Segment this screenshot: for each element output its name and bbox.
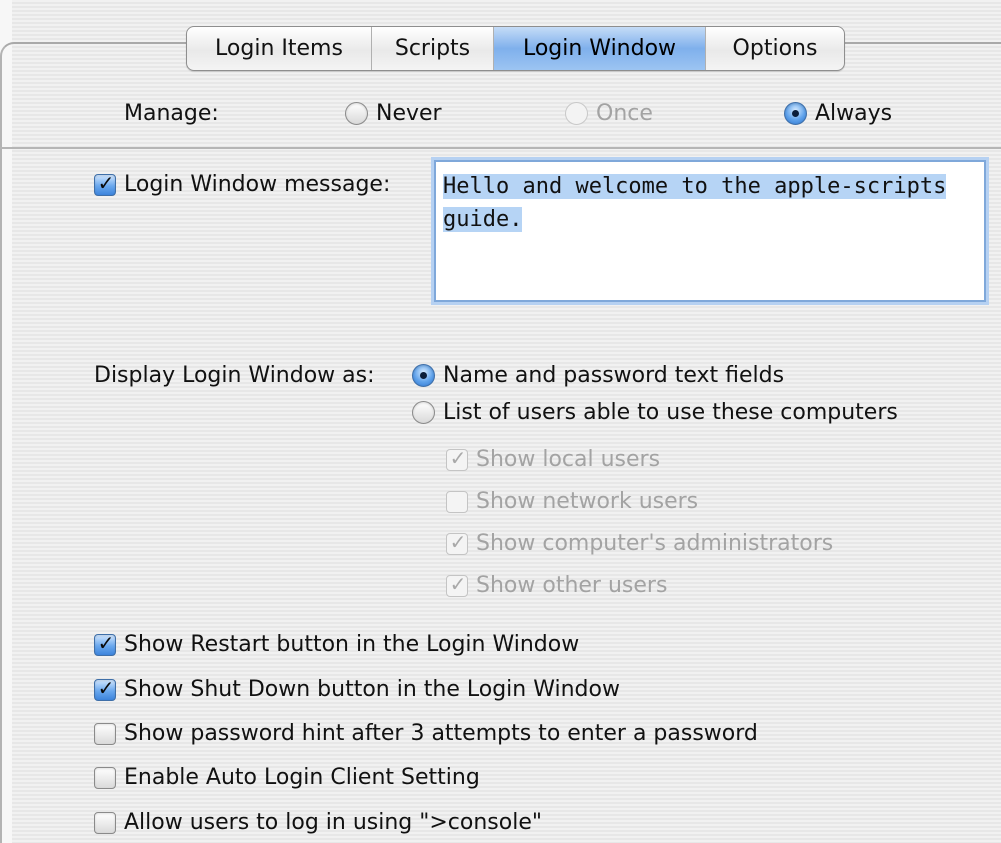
show-restart-checkbox[interactable]: ✓ bbox=[94, 630, 116, 656]
show-network-users-option: Show network users bbox=[446, 489, 698, 514]
display-name-password-option[interactable]: Name and password text fields bbox=[412, 363, 784, 388]
tab-options[interactable]: Options bbox=[705, 27, 844, 70]
login-message-label: Login Window message: bbox=[124, 172, 391, 197]
auto-login-label: Enable Auto Login Client Setting bbox=[124, 765, 480, 790]
show-network-users-label: Show network users bbox=[476, 489, 699, 514]
always-label: Always bbox=[815, 101, 893, 126]
show-other-users-checkbox: ✓ bbox=[446, 571, 468, 597]
login-message-textarea[interactable]: Hello and welcome to the apple-scripts g… bbox=[434, 160, 986, 302]
show-administrators-checkbox: ✓ bbox=[446, 529, 468, 555]
manage-never-option[interactable]: Never bbox=[345, 101, 442, 126]
checkmark-icon: ✓ bbox=[97, 675, 115, 700]
show-local-users-option: ✓ Show local users bbox=[446, 447, 660, 472]
show-password-hint-checkbox[interactable] bbox=[94, 722, 116, 745]
show-shutdown-option[interactable]: ✓ Show Shut Down button in the Login Win… bbox=[94, 677, 620, 702]
login-message-checkbox[interactable]: ✓ bbox=[94, 170, 116, 196]
login-message-line-1: Hello and welcome to the apple-scripts bbox=[443, 174, 947, 199]
show-local-users-label: Show local users bbox=[476, 447, 661, 472]
show-restart-option[interactable]: ✓ Show Restart button in the Login Windo… bbox=[94, 632, 579, 657]
show-password-hint-option[interactable]: Show password hint after 3 attempts to e… bbox=[94, 721, 758, 746]
tab-bar: Login Items Scripts Login Window Options bbox=[186, 26, 845, 71]
never-radio[interactable] bbox=[345, 102, 368, 125]
list-of-users-radio[interactable] bbox=[412, 401, 435, 424]
name-password-radio[interactable] bbox=[412, 364, 435, 387]
manage-divider bbox=[0, 147, 1001, 149]
tab-login-window[interactable]: Login Window bbox=[493, 27, 705, 70]
checkmark-icon: ✓ bbox=[449, 445, 467, 470]
once-radio bbox=[565, 102, 588, 125]
auto-login-checkbox[interactable] bbox=[94, 766, 116, 789]
once-label: Once bbox=[596, 101, 653, 126]
manage-once-option: Once bbox=[565, 101, 653, 126]
show-network-users-checkbox bbox=[446, 490, 468, 513]
checkmark-icon: ✓ bbox=[449, 571, 467, 596]
show-other-users-option: ✓ Show other users bbox=[446, 573, 667, 598]
show-other-users-label: Show other users bbox=[476, 573, 668, 598]
show-shutdown-label: Show Shut Down button in the Login Windo… bbox=[124, 677, 620, 702]
login-message-option[interactable]: ✓ Login Window message: bbox=[94, 172, 390, 197]
always-radio[interactable] bbox=[784, 102, 807, 125]
checkmark-icon: ✓ bbox=[449, 529, 467, 554]
show-restart-label: Show Restart button in the Login Window bbox=[124, 632, 580, 657]
list-of-users-label: List of users able to use these computer… bbox=[443, 400, 898, 425]
show-local-users-checkbox: ✓ bbox=[446, 445, 468, 471]
never-label: Never bbox=[376, 101, 442, 126]
manage-always-option[interactable]: Always bbox=[784, 101, 892, 126]
show-password-hint-label: Show password hint after 3 attempts to e… bbox=[124, 721, 758, 746]
manage-label: Manage: bbox=[124, 101, 219, 126]
console-login-option[interactable]: Allow users to log in using ">console" bbox=[94, 810, 542, 835]
console-login-label: Allow users to log in using ">console" bbox=[124, 810, 542, 835]
display-list-of-users-option[interactable]: List of users able to use these computer… bbox=[412, 400, 898, 425]
login-message-line-2: guide. bbox=[443, 207, 523, 232]
display-as-label: Display Login Window as: bbox=[94, 363, 375, 388]
show-administrators-option: ✓ Show computer's administrators bbox=[446, 531, 833, 556]
show-shutdown-checkbox[interactable]: ✓ bbox=[94, 675, 116, 701]
show-administrators-label: Show computer's administrators bbox=[476, 531, 834, 556]
tab-scripts[interactable]: Scripts bbox=[371, 27, 493, 70]
console-login-checkbox[interactable] bbox=[94, 811, 116, 834]
auto-login-option[interactable]: Enable Auto Login Client Setting bbox=[94, 765, 480, 790]
tab-login-items[interactable]: Login Items bbox=[187, 27, 371, 70]
name-password-label: Name and password text fields bbox=[443, 363, 785, 388]
checkmark-icon: ✓ bbox=[97, 170, 115, 195]
checkmark-icon: ✓ bbox=[97, 630, 115, 655]
